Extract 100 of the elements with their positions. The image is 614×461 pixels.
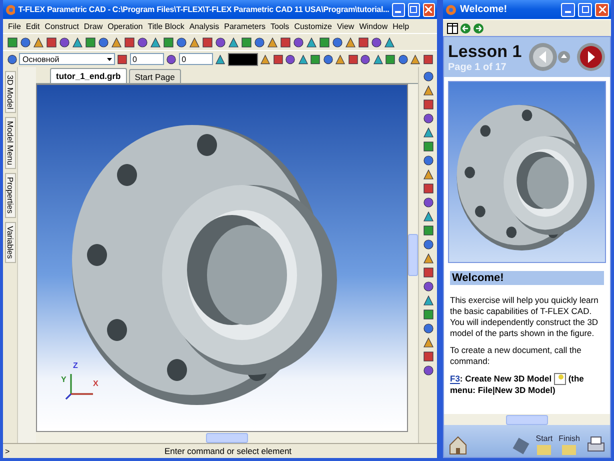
close-button[interactable] [422, 2, 435, 16]
document-tab[interactable]: tutor_1_end.grb [50, 68, 127, 83]
back-icon[interactable] [460, 22, 471, 34]
toolbar-icon[interactable] [163, 36, 174, 48]
previous-button[interactable] [528, 42, 558, 72]
toolbar-icon[interactable] [384, 36, 395, 48]
toolbar-icon[interactable] [293, 36, 304, 48]
toolbar-icon[interactable] [422, 323, 434, 334]
toolbar-icon[interactable] [422, 183, 434, 194]
toolbar-icon[interactable] [422, 155, 434, 166]
toolbar-icon[interactable] [202, 36, 213, 48]
layer-spinner[interactable]: 0 [130, 53, 164, 65]
toolbar-icon[interactable] [422, 267, 434, 278]
toolbar-icon[interactable] [322, 54, 334, 64]
side-tab[interactable]: Variables [4, 222, 16, 263]
menu-item[interactable]: File [8, 22, 21, 30]
toolbar-icon[interactable] [422, 309, 434, 320]
toolbar-icon[interactable] [150, 36, 161, 48]
menu-item[interactable]: Edit [26, 22, 40, 30]
menu-item[interactable]: Analysis [189, 22, 220, 30]
menu-item[interactable]: View [336, 22, 354, 30]
toolbar-icon[interactable] [310, 54, 321, 64]
level-spinner[interactable]: 0 [178, 53, 214, 65]
toolbar-icon[interactable] [422, 225, 434, 236]
menu-item[interactable]: Help [392, 22, 410, 30]
toolbar-icon[interactable] [422, 141, 434, 152]
maximize-button[interactable] [408, 2, 420, 16]
shortcut-link[interactable]: F3 [450, 374, 460, 384]
toolbar-icon[interactable] [189, 36, 200, 48]
toolbar-icon[interactable] [360, 54, 371, 64]
toolbar-icon[interactable] [422, 253, 434, 264]
toolbar-icon[interactable] [422, 169, 434, 180]
toolbar-icon[interactable] [228, 36, 239, 48]
toolbar-icon[interactable] [124, 36, 135, 48]
toolbar-icon[interactable] [422, 351, 434, 362]
toolbar-icon[interactable] [422, 197, 434, 208]
toolbar-icon[interactable] [59, 36, 70, 48]
maximize-button[interactable] [578, 2, 592, 16]
toolbar-icon[interactable] [72, 36, 83, 48]
toolbar-icon[interactable] [398, 54, 408, 64]
menu-item[interactable]: Customize [294, 22, 332, 30]
color-swatch[interactable] [228, 52, 258, 66]
style-dropdown[interactable]: Основной [19, 53, 116, 65]
forward-icon[interactable] [473, 22, 484, 34]
toolbar-icon[interactable] [358, 36, 369, 48]
toolbar-icon[interactable] [422, 71, 434, 82]
toolbar-icon[interactable] [254, 36, 265, 48]
toolbar-icon[interactable] [280, 36, 291, 48]
toolbar-icon[interactable] [98, 36, 109, 48]
toolbar-icon[interactable] [422, 295, 434, 306]
vertical-scrollbar[interactable] [408, 84, 418, 432]
toolbar-icon[interactable] [410, 54, 421, 64]
toolbar-icon[interactable] [371, 36, 382, 48]
horizontal-scrollbar[interactable] [36, 432, 418, 443]
side-tab[interactable]: 3D Model [4, 71, 16, 114]
toolbar-icon[interactable] [46, 36, 57, 48]
toolbar-icon[interactable] [7, 36, 18, 48]
toolbar-icon[interactable] [422, 127, 434, 138]
menu-item[interactable]: Tools [270, 22, 290, 30]
toolbar-icon[interactable] [345, 36, 356, 48]
panel-toggle-icon[interactable] [447, 22, 458, 34]
menu-item[interactable]: Construct [44, 22, 79, 30]
home-icon[interactable] [448, 435, 468, 455]
menu-item[interactable]: Parameters [224, 22, 266, 30]
toolbar-icon[interactable] [422, 365, 434, 376]
toolbar-icon[interactable] [20, 36, 31, 48]
toolbar-icon[interactable] [385, 54, 396, 64]
toolbar-icon[interactable] [33, 36, 44, 48]
next-button[interactable] [576, 42, 606, 72]
toolbar-icon[interactable] [422, 54, 434, 64]
toolbar-icon[interactable] [176, 36, 187, 48]
toolbar-icon[interactable] [111, 36, 122, 48]
toolbar-icon[interactable] [422, 113, 434, 124]
toolbar-icon[interactable] [372, 54, 384, 64]
horizontal-scrollbar[interactable] [444, 414, 610, 425]
toolbar-icon[interactable] [422, 211, 434, 222]
toolbar-icon[interactable] [241, 36, 252, 48]
toolbar-icon[interactable] [422, 337, 434, 348]
toolbar-icon[interactable] [422, 85, 434, 96]
close-button[interactable] [595, 2, 609, 16]
menu-item[interactable]: Draw [84, 22, 103, 30]
toolbar-icon[interactable] [85, 36, 96, 48]
toolbar-icon[interactable] [260, 54, 271, 64]
menu-item[interactable]: Window [359, 22, 388, 30]
toolbar-icon[interactable] [335, 54, 346, 64]
side-tab[interactable]: Properties [4, 173, 16, 218]
toolbar-icon[interactable] [298, 54, 308, 64]
toolbar-icon[interactable] [332, 36, 343, 48]
toolbar-icon[interactable] [422, 99, 434, 110]
toolbar-icon[interactable] [215, 36, 226, 48]
toolbar-icon[interactable] [137, 36, 148, 48]
toolbar-icon[interactable] [306, 36, 317, 48]
toolbar-icon[interactable] [272, 54, 284, 64]
document-tab[interactable]: Start Page [128, 69, 181, 83]
menu-item[interactable]: Operation [108, 22, 143, 30]
toolbar-icon[interactable] [319, 36, 330, 48]
menu-item[interactable]: Title Block [148, 22, 184, 30]
minimize-button[interactable] [392, 2, 404, 16]
toolbar-icon[interactable] [285, 54, 296, 64]
side-tab[interactable]: Model Menu [4, 117, 16, 170]
